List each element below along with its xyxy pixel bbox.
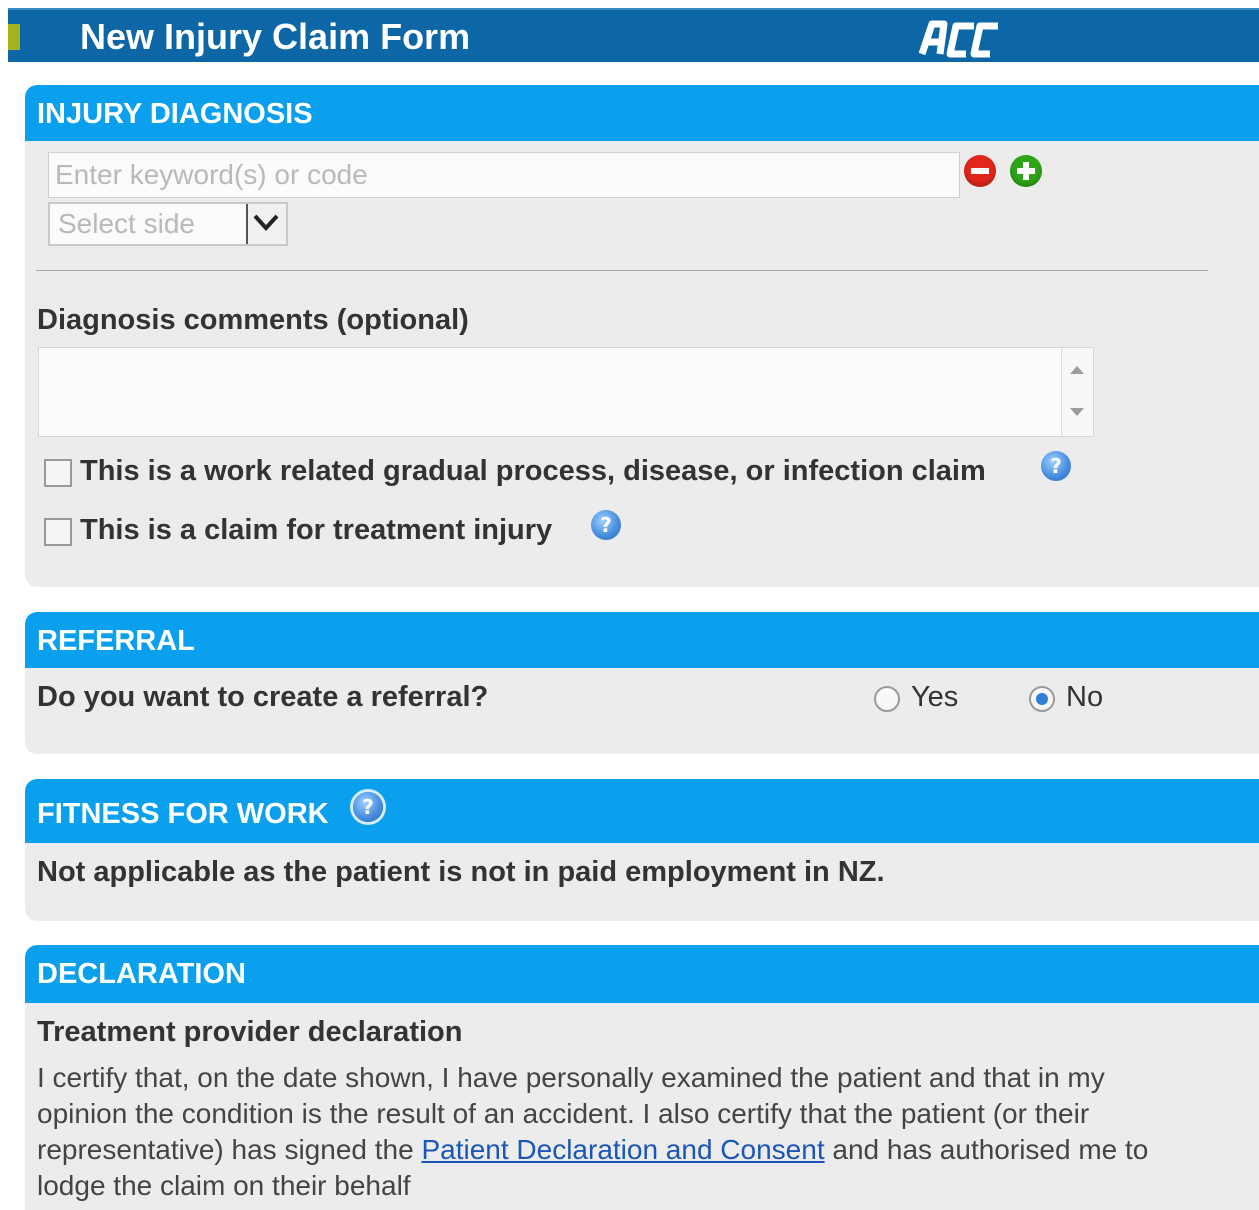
declaration-subheading: Treatment provider declaration: [37, 1016, 463, 1048]
section-title: FITNESS FOR WORK: [37, 798, 329, 830]
title-marker: [8, 24, 20, 50]
diagnosis-comments-label: Diagnosis comments (optional): [37, 304, 469, 336]
section-title: INJURY DIAGNOSIS: [37, 98, 313, 130]
work-related-checkbox[interactable]: [44, 459, 72, 487]
referral-yes-label: Yes: [911, 681, 959, 713]
referral-no-label: No: [1066, 681, 1104, 713]
title-bar: New Injury Claim Form: [8, 8, 1259, 62]
scroll-up-arrow-icon[interactable]: [1070, 366, 1084, 374]
help-icon[interactable]: ?: [1041, 451, 1071, 481]
add-diagnosis-button[interactable]: [1010, 155, 1042, 187]
side-select-button[interactable]: [246, 204, 286, 244]
acc-logo: [918, 20, 998, 58]
comments-scrollbar[interactable]: [1061, 348, 1093, 436]
scroll-down-arrow-icon[interactable]: [1070, 408, 1084, 416]
declaration-header: DECLARATION: [25, 945, 1259, 1003]
referral-question: Do you want to create a referral?: [37, 681, 489, 713]
declaration-line-3-start: representative) has signed the: [37, 1134, 422, 1165]
declaration-line-3: representative) has signed the Patient D…: [37, 1132, 1148, 1168]
page-title: New Injury Claim Form: [80, 16, 471, 57]
patient-declaration-consent-link[interactable]: Patient Declaration and Consent: [421, 1134, 824, 1165]
treatment-injury-label: This is a claim for treatment injury: [80, 514, 553, 546]
diagnosis-comments-textarea[interactable]: [38, 347, 1094, 437]
section-title: DECLARATION: [37, 958, 246, 990]
fitness-for-work-header: FITNESS FOR WORK: [25, 779, 1259, 843]
referral-no-radio[interactable]: [1029, 686, 1055, 712]
fitness-message: Not applicable as the patient is not in …: [37, 856, 885, 888]
treatment-injury-checkbox[interactable]: [44, 518, 72, 546]
work-related-label: This is a work related gradual process, …: [80, 455, 986, 487]
divider: [36, 270, 1208, 271]
referral-yes-radio[interactable]: [874, 686, 900, 712]
referral-header: REFERRAL: [25, 612, 1259, 668]
help-icon[interactable]: ?: [591, 510, 621, 540]
declaration-line-2: opinion the condition is the result of a…: [37, 1098, 1090, 1129]
declaration-line-1: I certify that, on the date shown, I hav…: [37, 1062, 1105, 1093]
remove-diagnosis-button[interactable]: [964, 155, 996, 187]
help-icon[interactable]: ?: [353, 792, 383, 822]
side-select-value: Select side: [58, 208, 195, 239]
declaration-line-3-end: and has authorised me to: [824, 1134, 1149, 1165]
chevron-down-icon: [253, 214, 279, 231]
fitness-for-work-panel: FITNESS FOR WORK: [25, 779, 1259, 921]
declaration-line-4: lodge the claim on their behalf: [37, 1170, 411, 1201]
side-select[interactable]: Select side: [48, 202, 288, 246]
injury-diagnosis-header: INJURY DIAGNOSIS: [25, 85, 1259, 141]
section-title: REFERRAL: [37, 625, 195, 657]
diagnosis-search-input[interactable]: [48, 152, 960, 198]
